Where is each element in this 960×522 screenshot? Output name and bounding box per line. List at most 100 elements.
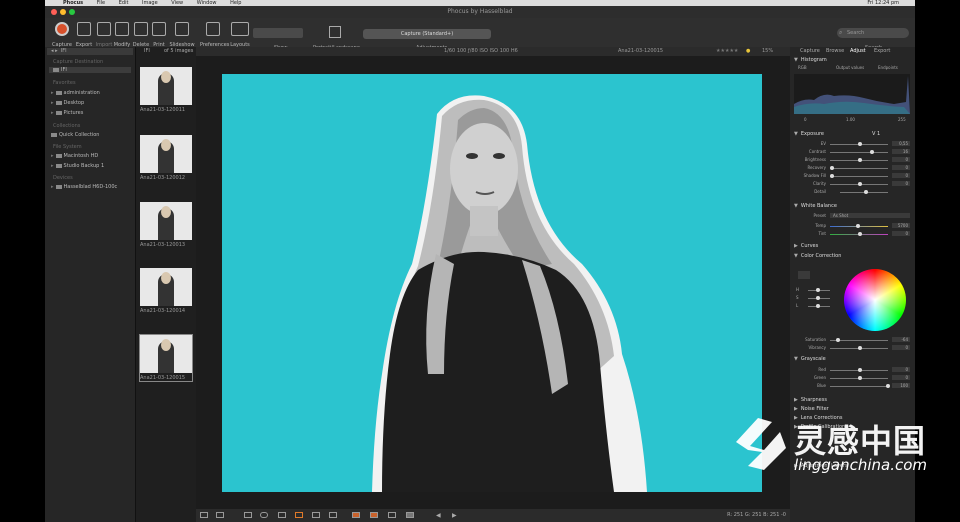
thumbnail[interactable]: Ana21-03-120012 bbox=[140, 135, 192, 181]
slider-knob[interactable] bbox=[816, 296, 820, 300]
curves-section[interactable]: ▶ Curves bbox=[794, 243, 910, 250]
endpoints-checkbox[interactable]: Endpoints bbox=[878, 65, 898, 71]
exposure-warning-icon[interactable] bbox=[352, 512, 360, 518]
drive-macintosh-hd[interactable]: ▸ Macintosh HD bbox=[51, 153, 98, 159]
level-black[interactable]: 0 bbox=[804, 117, 807, 123]
loupe-icon[interactable] bbox=[329, 512, 337, 518]
slider-value[interactable]: 0,55 bbox=[892, 141, 910, 146]
color-picker-icon[interactable] bbox=[798, 271, 810, 279]
layouts-button[interactable]: Layouts bbox=[227, 20, 253, 48]
slider-value[interactable]: 16 bbox=[892, 149, 910, 154]
slider-knob[interactable] bbox=[870, 150, 874, 154]
exposure-section[interactable]: ▼ Exposure V 1 bbox=[794, 131, 910, 138]
quick-collection[interactable]: Quick Collection bbox=[51, 132, 99, 138]
overlay-icon[interactable] bbox=[406, 512, 414, 518]
brightness-slider[interactable]: Brightness 0 bbox=[794, 157, 910, 163]
capture-destination-folder[interactable]: IFI bbox=[49, 67, 131, 73]
rating-stars[interactable]: ★★★★★ bbox=[716, 47, 738, 56]
zoom-level[interactable]: 15% bbox=[762, 47, 773, 56]
minimize-window-button[interactable] bbox=[60, 9, 66, 15]
slider-knob[interactable] bbox=[858, 142, 862, 146]
detail-slider[interactable]: Detail bbox=[794, 189, 910, 195]
show-segmented-control[interactable] bbox=[253, 28, 303, 38]
color-correction-section[interactable]: ▼ Color Correction bbox=[794, 253, 910, 260]
previous-image-icon[interactable]: ◀ bbox=[436, 512, 444, 519]
slider-knob[interactable] bbox=[830, 174, 834, 178]
slider-knob[interactable] bbox=[830, 166, 834, 170]
slider-value[interactable]: 0 bbox=[892, 375, 910, 380]
search-input[interactable]: ⌕ Search bbox=[837, 28, 909, 38]
slider-value[interactable]: 0 bbox=[892, 165, 910, 170]
slider-knob[interactable] bbox=[858, 376, 862, 380]
tab-adjust[interactable]: Adjust bbox=[850, 48, 866, 54]
slider-value[interactable]: 0 bbox=[892, 345, 910, 350]
single-view-icon[interactable] bbox=[200, 512, 208, 518]
slider-knob[interactable] bbox=[864, 190, 868, 194]
wb-preset-select[interactable]: As Shot bbox=[830, 213, 910, 218]
preferences-button[interactable]: Preferences bbox=[200, 20, 229, 48]
slideshow-button[interactable]: Slideshow bbox=[169, 20, 195, 48]
favorite-desktop[interactable]: ▸ Desktop bbox=[51, 100, 84, 106]
temp-slider[interactable]: Temp 5700 bbox=[794, 223, 910, 229]
gray-green-slider[interactable]: Green 0 bbox=[794, 375, 910, 381]
straighten-icon[interactable] bbox=[260, 512, 268, 518]
drive-studio-backup[interactable]: ▸ Studio Backup 1 bbox=[51, 163, 104, 169]
thumbnail[interactable]: Ana21-03-120013 bbox=[140, 202, 192, 248]
slider-knob[interactable] bbox=[858, 182, 862, 186]
hue-slider[interactable]: H bbox=[794, 287, 834, 293]
vibrancy-slider[interactable]: Vibrancy 0 bbox=[794, 345, 910, 351]
clarity-slider[interactable]: Clarity 0 bbox=[794, 181, 910, 187]
zoom-window-button[interactable] bbox=[69, 9, 75, 15]
slider-value[interactable]: 0 bbox=[892, 157, 910, 162]
slider-value[interactable]: 0 bbox=[892, 367, 910, 372]
level-white[interactable]: 255 bbox=[898, 117, 906, 123]
slider-knob[interactable] bbox=[858, 232, 862, 236]
grayscale-section[interactable]: ▼ Grayscale bbox=[794, 356, 910, 363]
device-camera[interactable]: ▸ Hasselblad H6D-100c bbox=[51, 184, 117, 190]
thumbnail-selected[interactable]: Ana21-03-120015 bbox=[139, 334, 193, 382]
sharpness-section[interactable]: ▶ Sharpness bbox=[794, 397, 910, 404]
thumbnail[interactable]: Ana21-03-120014 bbox=[140, 268, 192, 314]
exposure-version[interactable]: V 1 bbox=[872, 131, 880, 138]
clipping-checkbox[interactable]: Output values bbox=[836, 65, 864, 71]
gray-blue-slider[interactable]: Blue 100 bbox=[794, 383, 910, 389]
thumbnail[interactable]: Ana21-03-120011 bbox=[140, 67, 192, 113]
favorite-administration[interactable]: ▸ administration bbox=[51, 90, 100, 96]
recovery-slider[interactable]: Recovery 0 bbox=[794, 165, 910, 171]
path-bar[interactable]: ◂ ▸ IFI bbox=[47, 48, 133, 55]
slider-knob[interactable] bbox=[858, 346, 862, 350]
slider-value[interactable]: 0 bbox=[892, 231, 910, 236]
shadow-fill-slider[interactable]: Shadow Fill 0 bbox=[794, 173, 910, 179]
lightness-slider[interactable]: L bbox=[794, 303, 834, 309]
slider-knob[interactable] bbox=[816, 304, 820, 308]
tab-browse[interactable]: Browse bbox=[826, 48, 844, 54]
slider-knob[interactable] bbox=[836, 338, 840, 342]
slider-knob[interactable] bbox=[858, 158, 862, 162]
tab-capture[interactable]: Capture bbox=[800, 48, 820, 54]
level-gamma[interactable]: 1.00 bbox=[846, 117, 855, 123]
saturation-slider[interactable]: Saturation -64 bbox=[794, 337, 910, 343]
close-window-button[interactable] bbox=[51, 9, 57, 15]
slider-value[interactable]: 100 bbox=[892, 383, 910, 388]
ev-slider[interactable]: EV 0,55 bbox=[794, 141, 910, 147]
keystone-icon[interactable] bbox=[278, 512, 286, 518]
slider-knob[interactable] bbox=[816, 288, 820, 292]
tab-export[interactable]: Export bbox=[874, 48, 890, 54]
favorite-pictures[interactable]: ▸ Pictures bbox=[51, 110, 83, 116]
image-viewer[interactable] bbox=[196, 56, 790, 516]
white-balance-section[interactable]: ▼ White Balance bbox=[794, 203, 910, 210]
saturation-hsl-slider[interactable]: S bbox=[794, 295, 834, 301]
eyedropper-icon[interactable] bbox=[295, 512, 303, 518]
grid-icon[interactable] bbox=[388, 512, 396, 518]
focus-mask-icon[interactable] bbox=[370, 512, 378, 518]
slider-knob[interactable] bbox=[856, 224, 860, 228]
contrast-slider[interactable]: Contrast 16 bbox=[794, 149, 910, 155]
gray-red-slider[interactable]: Red 0 bbox=[794, 367, 910, 373]
slider-value[interactable]: 0 bbox=[892, 173, 910, 178]
next-image-icon[interactable]: ▶ bbox=[452, 512, 460, 519]
slider-value[interactable]: 5700 bbox=[892, 223, 910, 228]
color-wheel[interactable] bbox=[844, 269, 906, 331]
slider-value[interactable]: 0 bbox=[892, 181, 910, 186]
histogram-section[interactable]: ▼ Histogram bbox=[794, 57, 910, 64]
preset-select[interactable]: Capture (Standard+) bbox=[363, 29, 491, 39]
